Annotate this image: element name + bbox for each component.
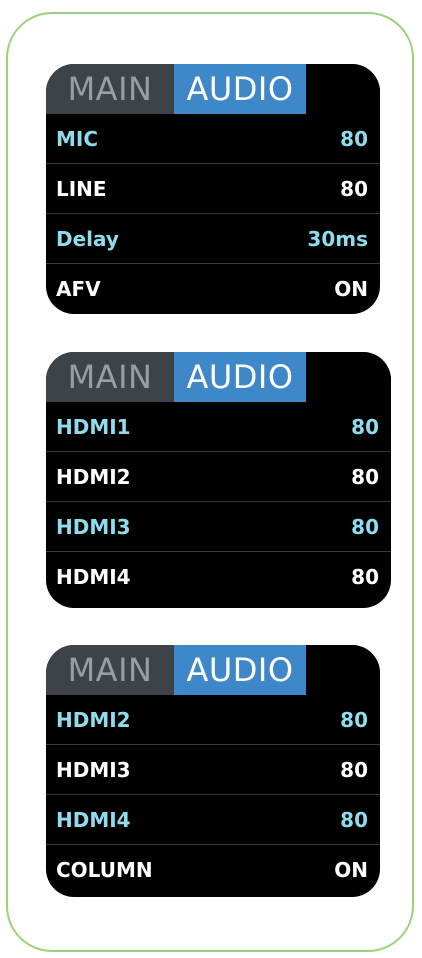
audio-panel-2: MAIN AUDIO HDMI1 80 HDMI2 80 HDMI3 80 HD…	[46, 352, 391, 608]
tab-main[interactable]: MAIN	[46, 352, 174, 402]
setting-row-hdmi3[interactable]: HDMI3 80	[46, 745, 380, 795]
tab-bar-filler	[306, 64, 380, 114]
setting-value: ON	[334, 277, 368, 301]
setting-row-mic[interactable]: MIC 80	[46, 114, 380, 164]
tab-bar-filler	[306, 352, 391, 402]
setting-value: 30ms	[307, 226, 368, 251]
setting-row-hdmi4[interactable]: HDMI4 80	[46, 552, 391, 602]
tab-bar-filler	[306, 645, 380, 695]
setting-label: HDMI4	[56, 565, 131, 589]
setting-row-column[interactable]: COLUMN ON	[46, 845, 380, 895]
tab-bar: MAIN AUDIO	[46, 645, 380, 695]
setting-row-hdmi4[interactable]: HDMI4 80	[46, 795, 380, 845]
setting-value: 80	[351, 565, 379, 589]
tab-audio[interactable]: AUDIO	[174, 64, 306, 114]
tab-bar: MAIN AUDIO	[46, 352, 391, 402]
setting-label: LINE	[56, 176, 107, 201]
setting-label: HDMI3	[56, 757, 131, 782]
setting-label: HDMI1	[56, 414, 131, 439]
tab-audio[interactable]: AUDIO	[174, 645, 306, 695]
audio-panel-3: MAIN AUDIO HDMI2 80 HDMI3 80 HDMI4 80 CO…	[46, 645, 380, 897]
audio-panel-1: MAIN AUDIO MIC 80 LINE 80 Delay 30ms AFV…	[46, 64, 380, 314]
setting-value: 80	[340, 757, 368, 782]
setting-label: Delay	[56, 226, 119, 251]
setting-value: 80	[340, 176, 368, 201]
setting-row-delay[interactable]: Delay 30ms	[46, 214, 380, 264]
setting-label: HDMI3	[56, 514, 131, 539]
tab-audio[interactable]: AUDIO	[174, 352, 306, 402]
tab-main[interactable]: MAIN	[46, 64, 174, 114]
setting-value: 80	[351, 464, 379, 489]
setting-row-hdmi3[interactable]: HDMI3 80	[46, 502, 391, 552]
setting-label: HDMI4	[56, 807, 131, 832]
setting-label: HDMI2	[56, 464, 131, 489]
setting-label: HDMI2	[56, 707, 131, 732]
tab-bar: MAIN AUDIO	[46, 64, 380, 114]
tab-main[interactable]: MAIN	[46, 645, 174, 695]
setting-label: COLUMN	[56, 858, 153, 882]
setting-row-line[interactable]: LINE 80	[46, 164, 380, 214]
setting-value: 80	[340, 807, 368, 832]
setting-label: AFV	[56, 277, 101, 301]
setting-row-hdmi2[interactable]: HDMI2 80	[46, 695, 380, 745]
setting-value: 80	[340, 126, 368, 151]
setting-value: 80	[351, 414, 379, 439]
setting-row-afv[interactable]: AFV ON	[46, 264, 380, 314]
setting-row-hdmi1[interactable]: HDMI1 80	[46, 402, 391, 452]
setting-value: 80	[351, 514, 379, 539]
setting-row-hdmi2[interactable]: HDMI2 80	[46, 452, 391, 502]
setting-value: 80	[340, 707, 368, 732]
setting-label: MIC	[56, 126, 99, 151]
setting-value: ON	[334, 858, 368, 882]
